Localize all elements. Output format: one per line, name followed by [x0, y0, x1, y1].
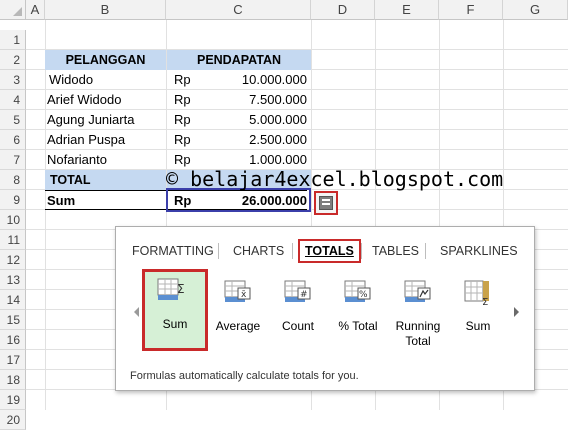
row-header[interactable]: 16: [0, 330, 26, 350]
tab-formatting[interactable]: FORMATTING: [132, 239, 214, 263]
svg-text:%: %: [359, 290, 368, 300]
row-header[interactable]: 19: [0, 390, 26, 410]
row-header[interactable]: 4: [0, 90, 26, 110]
scroll-left-icon[interactable]: [134, 307, 139, 317]
row-header[interactable]: 7: [0, 150, 26, 170]
tab-separator: [218, 243, 219, 259]
totals-item-label: Sum: [465, 319, 491, 333]
tab-sparklines[interactable]: SPARKLINES: [440, 239, 518, 263]
column-header-e[interactable]: E: [375, 0, 439, 20]
sum-column-icon: Σ: [464, 280, 489, 307]
customer-name-cell[interactable]: Agung Juniarta: [45, 110, 166, 130]
tab-separator: [361, 243, 362, 259]
totals-item-sum-column[interactable]: Σ Sum: [448, 271, 508, 349]
header-pendapatan[interactable]: PENDAPATAN: [167, 50, 311, 70]
customer-name-cell[interactable]: Widodo: [45, 70, 166, 90]
tab-charts[interactable]: CHARTS: [233, 239, 284, 263]
customer-name-cell[interactable]: Nofarianto: [45, 150, 166, 170]
quick-analysis-button[interactable]: [314, 191, 338, 215]
totals-item-label: Count: [281, 319, 315, 333]
totals-description: Formulas automatically calculate totals …: [130, 370, 359, 382]
amount-cell[interactable]: 2.500.000: [207, 130, 307, 150]
row-header[interactable]: 2: [0, 50, 26, 70]
sum-label-cell[interactable]: Sum: [45, 190, 166, 210]
column-header-c[interactable]: C: [166, 0, 311, 20]
currency-cell[interactable]: Rp: [167, 90, 207, 110]
totals-item-label: Average: [215, 319, 261, 333]
column-header-a[interactable]: A: [26, 0, 45, 20]
row-header[interactable]: 14: [0, 290, 26, 310]
currency-cell[interactable]: Rp: [167, 70, 207, 90]
average-icon: x̄: [224, 280, 251, 302]
row-header[interactable]: 10: [0, 210, 26, 230]
sum-row-icon: Σ: [157, 278, 185, 300]
amount-cell[interactable]: 7.500.000: [207, 90, 307, 110]
totals-item-label: Sum: [162, 317, 188, 331]
tab-tables[interactable]: TABLES: [372, 239, 419, 263]
header-pelanggan[interactable]: PELANGGAN: [45, 50, 166, 70]
percent-total-icon: %: [344, 280, 371, 302]
totals-item-average[interactable]: x̄ Average: [208, 271, 268, 349]
row-header[interactable]: 5: [0, 110, 26, 130]
currency-cell[interactable]: Rp: [167, 110, 207, 130]
svg-text:x̄: x̄: [241, 290, 247, 300]
row-header[interactable]: 11: [0, 230, 26, 250]
row-header[interactable]: 1: [0, 30, 26, 50]
count-icon: #: [284, 280, 311, 302]
row-header[interactable]: 9: [0, 190, 26, 210]
column-header-b[interactable]: B: [45, 0, 166, 20]
scroll-right-icon[interactable]: [514, 307, 519, 317]
row-header[interactable]: 18: [0, 370, 26, 390]
svg-text:#: #: [300, 290, 308, 300]
row-header[interactable]: 15: [0, 310, 26, 330]
quick-analysis-panel: FORMATTING CHARTS TOTALS TABLES SPARKLIN…: [115, 226, 535, 391]
currency-cell[interactable]: Rp: [167, 130, 207, 150]
total-label-cell[interactable]: TOTAL: [45, 170, 166, 190]
column-header-d[interactable]: D: [311, 0, 375, 20]
totals-item-label: % Total: [338, 319, 378, 333]
tab-totals[interactable]: TOTALS: [298, 239, 361, 263]
row-header[interactable]: 12: [0, 250, 26, 270]
amount-cell[interactable]: 5.000.000: [207, 110, 307, 130]
row-header[interactable]: 20: [0, 410, 26, 430]
row-header[interactable]: 8: [0, 170, 26, 190]
spreadsheet: A B C D E F G 1 2 3 4 5 6 7 8 9 10 11 12…: [0, 0, 568, 430]
row-header[interactable]: 3: [0, 70, 26, 90]
totals-item-count[interactable]: # Count: [268, 271, 328, 349]
svg-text:Σ: Σ: [482, 297, 488, 307]
tab-separator: [292, 243, 293, 259]
watermark-text: © belajar4excel.blogspot.com: [166, 167, 504, 191]
select-all-corner[interactable]: [0, 0, 26, 20]
totals-item-sum[interactable]: Σ Sum: [142, 269, 208, 351]
tab-separator: [425, 243, 426, 259]
selected-range-highlight: [166, 188, 311, 212]
column-header-f[interactable]: F: [439, 0, 503, 20]
totals-item-label: Running Total: [395, 319, 441, 348]
svg-text:Σ: Σ: [177, 282, 185, 296]
quick-analysis-icon: [319, 196, 333, 210]
row-header[interactable]: 6: [0, 130, 26, 150]
totals-item-percent-total[interactable]: % % Total: [328, 271, 388, 349]
customer-name-cell[interactable]: Arief Widodo: [45, 90, 166, 110]
amount-cell[interactable]: 10.000.000: [207, 70, 307, 90]
running-total-icon: [404, 280, 431, 302]
row-header[interactable]: 13: [0, 270, 26, 290]
totals-item-running-total[interactable]: Running Total: [388, 271, 448, 349]
quick-analysis-tabs: FORMATTING CHARTS TOTALS TABLES SPARKLIN…: [116, 239, 534, 263]
row-header[interactable]: 17: [0, 350, 26, 370]
column-header-g[interactable]: G: [503, 0, 568, 20]
customer-name-cell[interactable]: Adrian Puspa: [45, 130, 166, 150]
